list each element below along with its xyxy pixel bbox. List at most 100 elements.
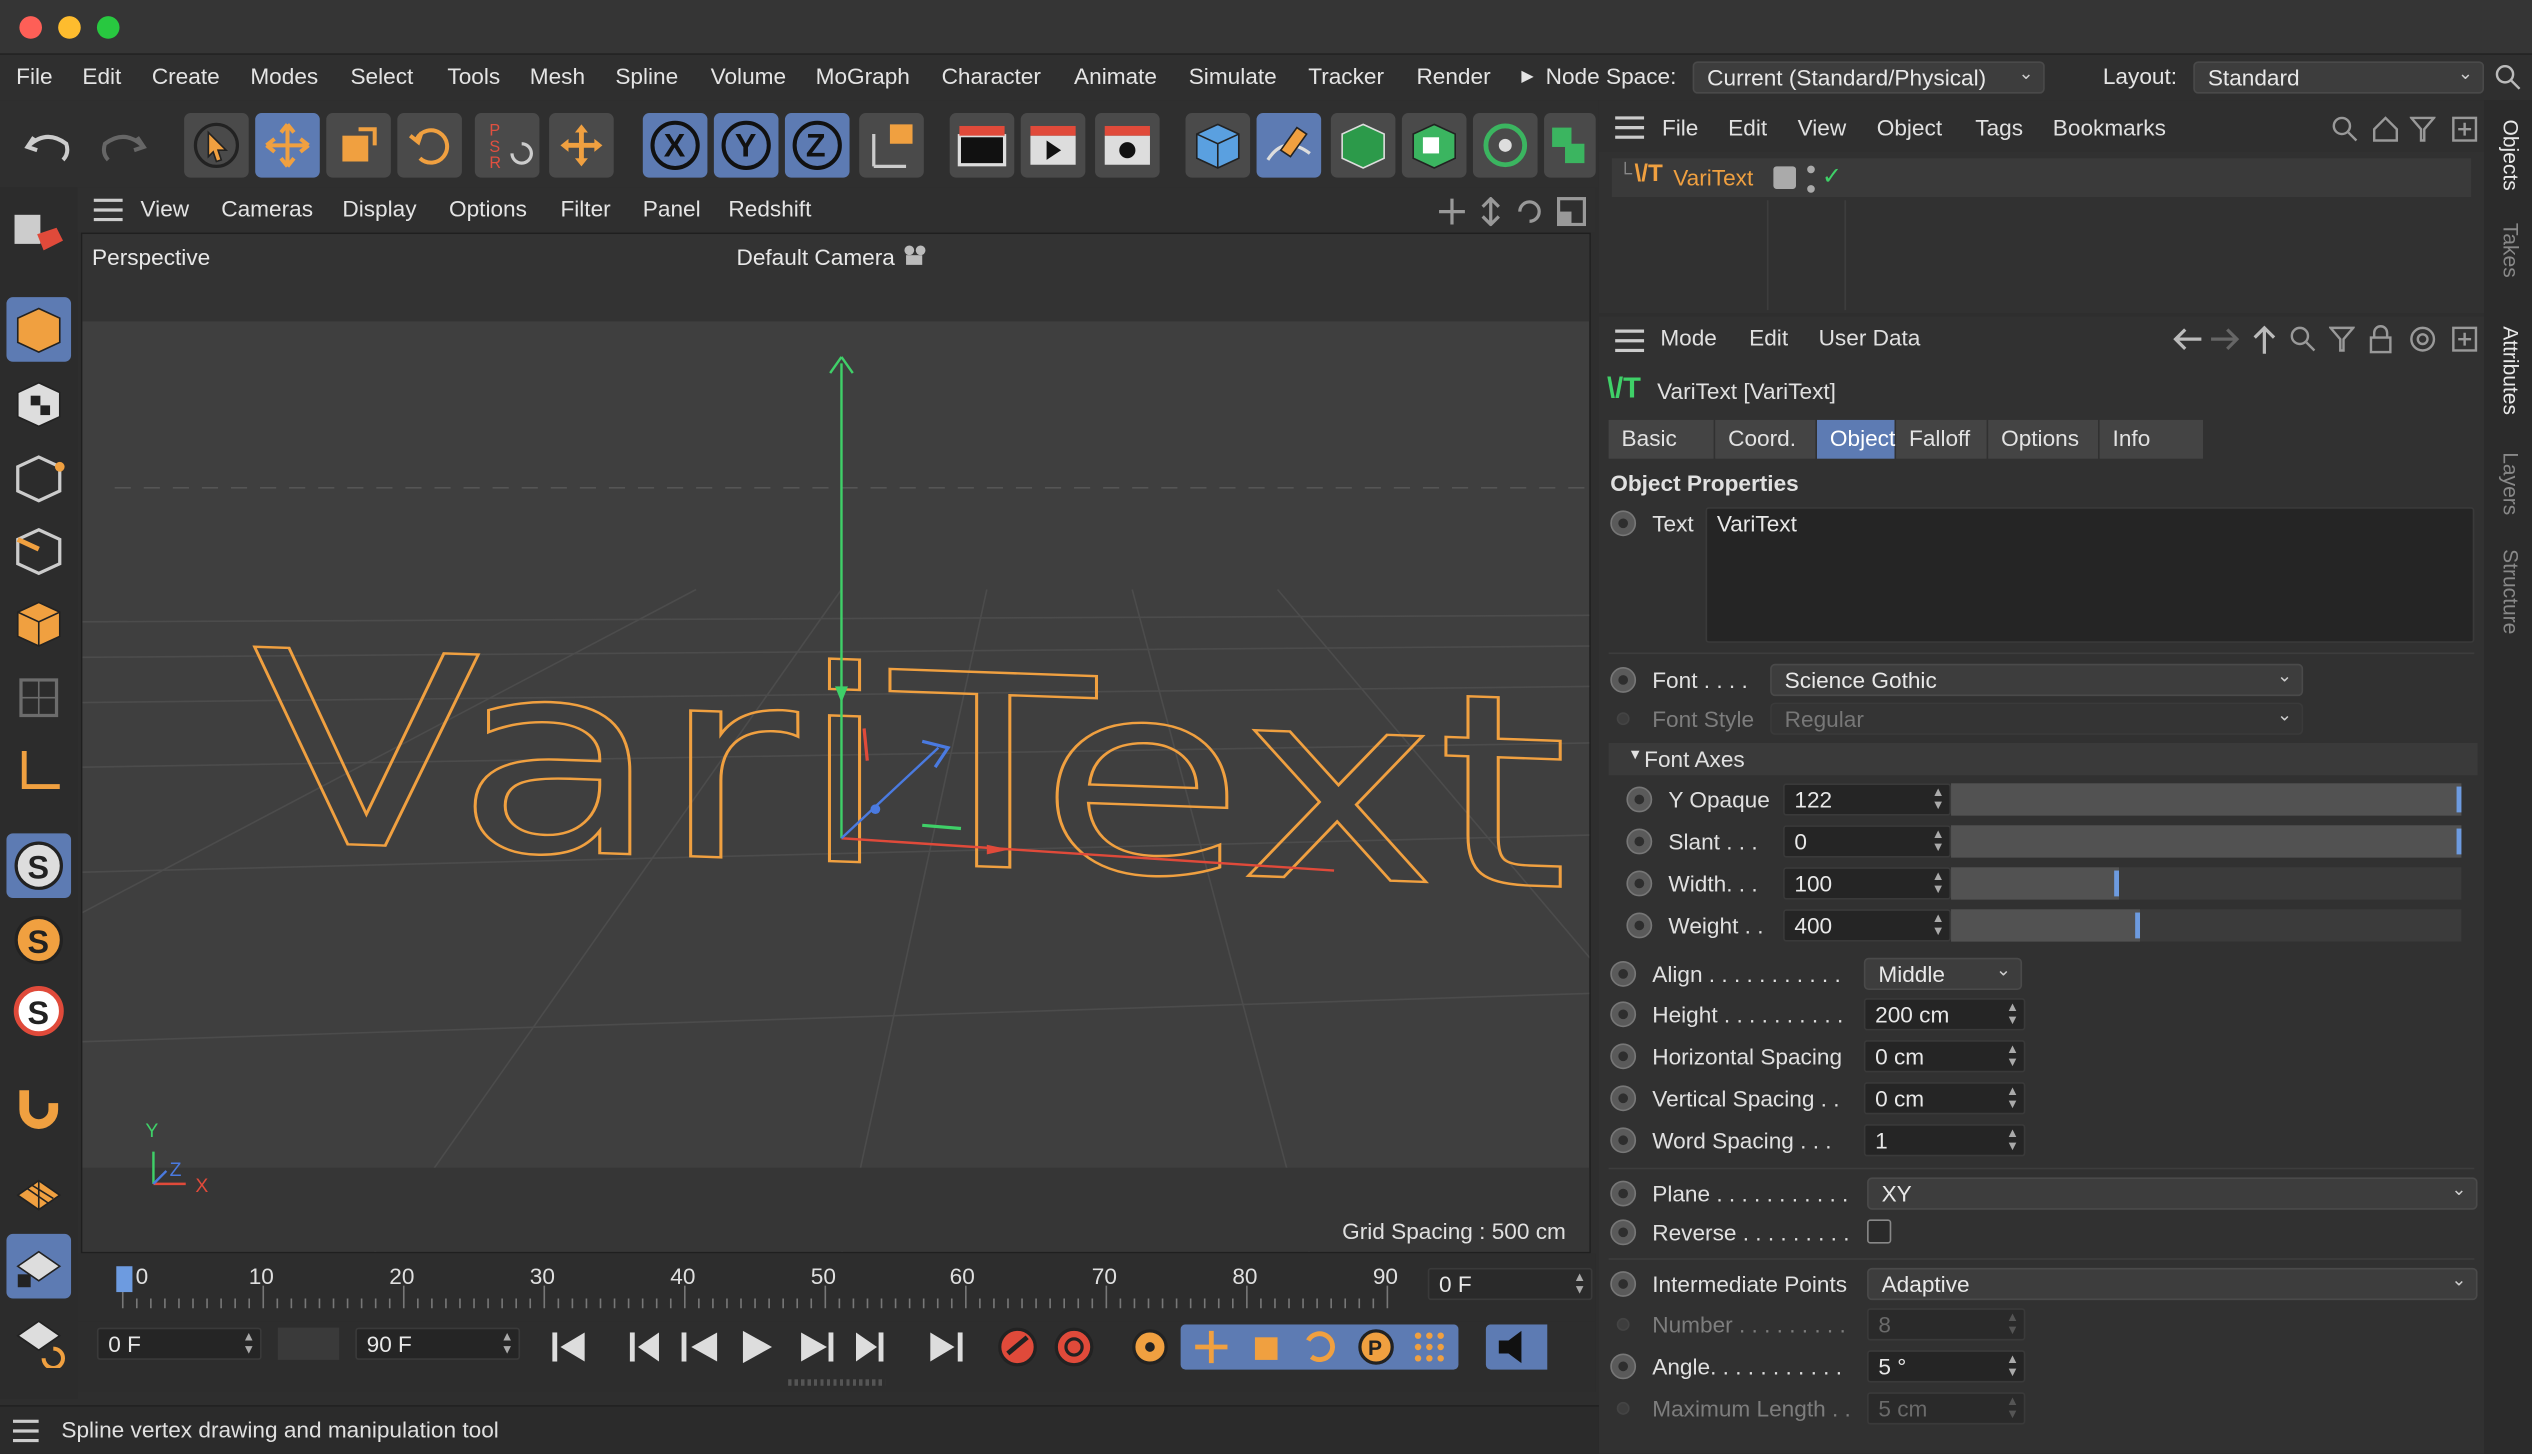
viewport-menu-display[interactable]: Display xyxy=(342,195,416,221)
lock-workplane-button[interactable] xyxy=(6,1233,72,1299)
spinner-icon[interactable]: ▲ ▼ xyxy=(2006,1127,2019,1153)
go-to-start-icon[interactable] xyxy=(552,1332,585,1362)
align-animate-radio[interactable] xyxy=(1610,960,1637,987)
menu-tracker[interactable]: Tracker xyxy=(1308,63,1384,89)
start-frame-field[interactable]: 0 F ▲ ▼ xyxy=(96,1327,262,1360)
tab-basic[interactable]: Basic xyxy=(1608,419,1714,459)
magnet-button[interactable] xyxy=(6,1072,71,1137)
3d-viewport[interactable]: Perspective Default Camera VariText Y Z … xyxy=(80,232,1591,1254)
menu-file[interactable]: File xyxy=(16,63,52,89)
planar-workplane-button[interactable] xyxy=(6,1308,71,1373)
current-frame-field[interactable]: 0 F ▲ ▼ xyxy=(1427,1267,1593,1301)
plane-animate-radio[interactable] xyxy=(1610,1180,1637,1207)
spinner-icon[interactable]: ▲ ▼ xyxy=(1932,786,1945,813)
menu-mesh[interactable]: Mesh xyxy=(530,63,585,89)
vertical-spacing-animate-radio[interactable] xyxy=(1610,1085,1637,1112)
points-mode-button[interactable] xyxy=(6,446,71,511)
uv-mode-button[interactable] xyxy=(6,665,71,730)
cloner-button[interactable] xyxy=(1472,113,1538,178)
horizontal-spacing-animate-radio[interactable] xyxy=(1610,1043,1637,1070)
select-tool-button[interactable] xyxy=(184,113,249,178)
spinner-icon[interactable]: ▲ ▼ xyxy=(1932,828,1945,855)
z-axis-lock-button[interactable]: Z xyxy=(784,113,850,178)
side-tab-takes[interactable]: Takes xyxy=(2499,223,2523,278)
angle-animate-radio[interactable] xyxy=(1610,1353,1637,1380)
search-icon[interactable] xyxy=(2332,116,2358,142)
up-arrow-icon[interactable] xyxy=(2251,323,2277,355)
object-row-varitext[interactable]: └ \/T VariText ● ● ✓ xyxy=(1611,158,2472,199)
slant-slider[interactable] xyxy=(1951,825,2462,858)
font-dropdown[interactable]: Science Gothic ⌄ xyxy=(1770,663,2304,697)
text-textarea[interactable]: VariText xyxy=(1705,507,2475,643)
slider-knob[interactable] xyxy=(2456,786,2462,813)
cube-object-button[interactable] xyxy=(1185,113,1251,178)
playhead[interactable] xyxy=(116,1266,133,1293)
menu-modes[interactable]: Modes xyxy=(250,63,318,89)
end-frame-field[interactable]: 90 F ▲ ▼ xyxy=(355,1327,521,1360)
pan-view-icon[interactable] xyxy=(1437,197,1466,226)
intermediate-points-animate-radio[interactable] xyxy=(1610,1271,1637,1297)
key-pla-icon[interactable] xyxy=(1414,1332,1444,1362)
menu-spline[interactable]: Spline xyxy=(615,63,678,89)
visibility-dots-icon[interactable]: ● ● xyxy=(1806,160,1817,199)
viewport-menu-panel[interactable]: Panel xyxy=(643,195,701,221)
back-arrow-icon[interactable] xyxy=(2171,326,2203,352)
model-mode-button[interactable] xyxy=(6,297,72,362)
width-field[interactable]: 100 ▲ ▼ xyxy=(1783,867,1952,900)
tab-object[interactable]: Object xyxy=(1816,419,1895,459)
make-editable-button[interactable] xyxy=(6,204,71,269)
plane-dropdown[interactable]: XY ⌄ xyxy=(1867,1177,2478,1210)
y-opaque-field[interactable]: 122 ▲ ▼ xyxy=(1783,783,1952,816)
node-space-dropdown[interactable]: Current (Standard/Physical) ⌄ xyxy=(1692,61,2045,94)
slant-animate-radio[interactable] xyxy=(1626,828,1653,855)
spinner-icon[interactable]: ▲ ▼ xyxy=(501,1330,514,1357)
y-axis-lock-button[interactable]: Y xyxy=(713,113,779,178)
resize-grip[interactable] xyxy=(788,1379,886,1386)
height-animate-radio[interactable] xyxy=(1610,1001,1637,1028)
auto-key-icon[interactable] xyxy=(1054,1327,1094,1367)
scale-tool-button[interactable] xyxy=(326,113,391,178)
subdivision-button[interactable] xyxy=(1330,113,1396,178)
spinner-icon[interactable]: ▲ ▼ xyxy=(1932,870,1945,897)
am-menu-edit[interactable]: Edit xyxy=(1749,325,1788,351)
edges-mode-button[interactable] xyxy=(6,518,71,583)
dolly-view-icon[interactable] xyxy=(1476,197,1505,227)
orbit-view-icon[interactable] xyxy=(1515,197,1544,226)
viewport-menu-cameras[interactable]: Cameras xyxy=(221,195,313,221)
object-name[interactable]: VariText xyxy=(1673,165,1753,191)
rotate-tool-button[interactable] xyxy=(397,113,462,178)
align-dropdown[interactable]: Middle ⌄ xyxy=(1863,957,2023,991)
hamburger-icon[interactable] xyxy=(1615,116,1645,139)
viewport-menu-options[interactable]: Options xyxy=(449,195,527,221)
menu-tools[interactable]: Tools xyxy=(447,63,500,89)
menu-select[interactable]: Select xyxy=(350,63,413,89)
range-slider[interactable] xyxy=(277,1327,340,1360)
height-field[interactable]: 200 cm ▲ ▼ xyxy=(1863,998,2026,1031)
maximize-view-icon[interactable] xyxy=(1556,197,1587,227)
timeline-ruler[interactable]: 0 10 20 30 40 50 60 70 80 90 0 F ▲ ▼ xyxy=(77,1253,1596,1322)
workplane-snap-button[interactable]: S xyxy=(6,979,71,1044)
spinner-icon[interactable]: ▲ ▼ xyxy=(2006,1043,2019,1069)
snap-settings-button[interactable]: S xyxy=(6,908,71,973)
menu-volume[interactable]: Volume xyxy=(711,63,786,89)
search-icon[interactable] xyxy=(2495,65,2521,91)
new-panel-icon[interactable] xyxy=(2452,326,2478,352)
key-scale-icon[interactable] xyxy=(1254,1337,1278,1360)
vertical-spacing-field[interactable]: 0 cm ▲ ▼ xyxy=(1863,1082,2026,1115)
new-panel-icon[interactable] xyxy=(2452,116,2478,142)
spinner-icon[interactable]: ▲ ▼ xyxy=(1573,1270,1586,1297)
om-menu-object[interactable]: Object xyxy=(1877,115,1942,141)
polygons-mode-button[interactable] xyxy=(6,591,71,656)
viewport-menu-filter[interactable]: Filter xyxy=(560,195,610,221)
extrude-button[interactable] xyxy=(1401,113,1467,178)
go-to-end-icon[interactable] xyxy=(930,1332,963,1362)
weight-slider[interactable] xyxy=(1951,909,2462,942)
spinner-icon[interactable]: ▲ ▼ xyxy=(2006,1353,2019,1379)
spinner-icon[interactable]: ▲ ▼ xyxy=(242,1330,255,1357)
axis-mode-button[interactable] xyxy=(6,740,71,805)
transform-tool-button[interactable] xyxy=(549,113,614,178)
reverse-animate-radio[interactable] xyxy=(1610,1219,1637,1246)
previous-key-icon[interactable] xyxy=(629,1332,659,1362)
om-menu-view[interactable]: View xyxy=(1798,115,1847,141)
slant-field[interactable]: 0 ▲ ▼ xyxy=(1783,825,1952,858)
